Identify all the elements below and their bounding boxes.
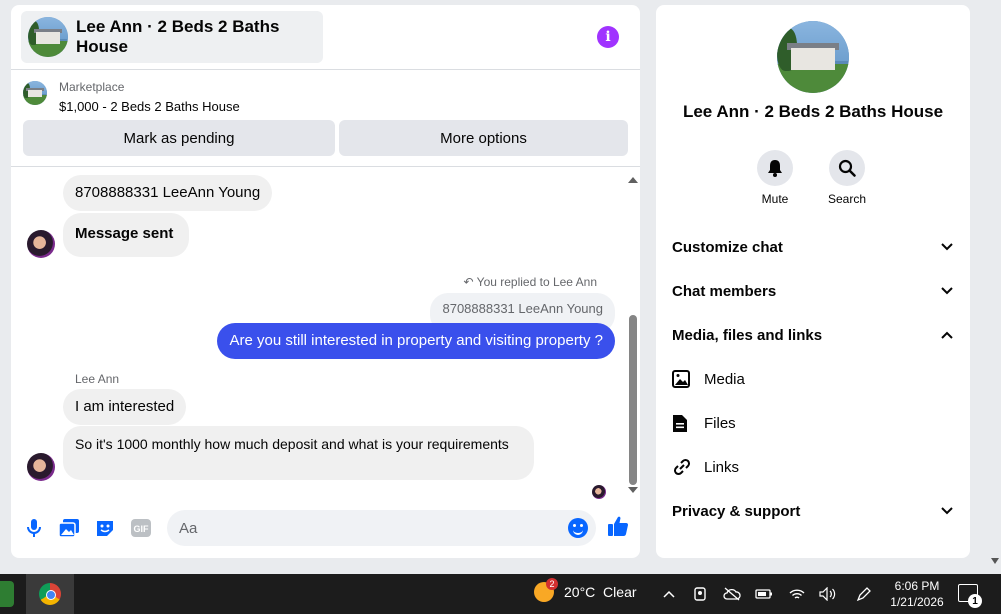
scroll-up-icon[interactable] xyxy=(628,177,638,183)
page-scroll-down-icon[interactable] xyxy=(991,558,999,564)
message-bubble[interactable]: So it's 1000 monthly how much deposit an… xyxy=(63,426,534,480)
chat-title: Lee Ann · 2 Beds 2 Baths House xyxy=(76,17,280,56)
thumbs-up-icon[interactable] xyxy=(607,515,629,537)
media-row[interactable]: Media xyxy=(672,359,954,399)
message-input[interactable] xyxy=(167,510,547,546)
reply-meta-text: You replied to Lee Ann xyxy=(476,275,597,289)
scroll-down-icon[interactable] xyxy=(628,487,638,493)
weather-text: 20°C Clear xyxy=(564,584,637,600)
links-row[interactable]: Links xyxy=(672,447,954,487)
chat-members-row[interactable]: Chat members xyxy=(672,271,954,311)
contact-avatar[interactable] xyxy=(27,453,55,481)
chat-panel: Lee Ann · 2 Beds 2 Baths House i Marketp… xyxy=(11,5,640,558)
seen-indicator-avatar xyxy=(592,485,606,499)
sticker-icon[interactable] xyxy=(94,517,116,539)
meet-icon[interactable] xyxy=(691,584,709,604)
marketplace-banner: Marketplace $1,000 - 2 Beds 2 Baths Hous… xyxy=(11,71,640,167)
more-options-button[interactable]: More options xyxy=(339,120,628,156)
message-bubble[interactable]: Message sent xyxy=(63,213,190,257)
file-icon xyxy=(672,414,692,433)
chat-header: Lee Ann · 2 Beds 2 Baths House i xyxy=(11,5,640,70)
clock-time: 6:06 PM xyxy=(894,579,940,593)
scroll-thumb[interactable] xyxy=(629,315,637,485)
taskbar-app-icon[interactable] xyxy=(0,581,14,607)
side-title: Lee Ann · 2 Beds 2 Baths House xyxy=(682,102,944,121)
listing-thumbnail[interactable] xyxy=(23,81,47,105)
message-scrollbar[interactable] xyxy=(627,175,638,495)
cloud-off-icon[interactable] xyxy=(723,584,741,604)
sender-name: Lee Ann xyxy=(75,372,120,386)
weather-badge: 2 xyxy=(546,578,558,590)
media-files-links-row[interactable]: Media, files and links xyxy=(672,315,954,355)
volume-icon[interactable] xyxy=(819,584,837,604)
listing-avatar-large[interactable] xyxy=(777,21,849,93)
photo-icon[interactable] xyxy=(58,517,80,539)
chat-info-panel: Lee Ann · 2 Beds 2 Baths House Mute Sear… xyxy=(656,5,970,558)
search-button[interactable]: Search xyxy=(812,150,882,206)
weather-widget[interactable]: 2 20°C Clear xyxy=(534,578,637,602)
svg-text:GIF: GIF xyxy=(134,524,150,534)
privacy-support-label: Privacy & support xyxy=(672,502,801,520)
customize-chat-label: Customize chat xyxy=(672,238,783,256)
link-icon xyxy=(672,458,692,476)
reply-icon: ↶ xyxy=(463,275,474,289)
composer: GIF xyxy=(11,505,640,551)
battery-icon[interactable] xyxy=(755,584,773,604)
message-bubble-outgoing[interactable]: Are you still interested in property and… xyxy=(217,323,615,359)
notification-count: 1 xyxy=(968,594,982,608)
listing-title[interactable]: $1,000 - 2 Beds 2 Baths House xyxy=(59,99,240,114)
media-files-links-label: Media, files and links xyxy=(672,326,823,344)
chevron-up-icon[interactable] xyxy=(660,584,678,604)
message-bubble[interactable]: I am interested xyxy=(63,389,187,425)
customize-chat-row[interactable]: Customize chat xyxy=(672,227,954,267)
microphone-icon[interactable] xyxy=(23,517,45,539)
reply-meta: ↶ You replied to Lee Ann xyxy=(463,275,597,289)
message-bubble[interactable]: 8708888331 LeeAnn Young xyxy=(63,175,273,211)
taskbar: 2 20°C Clear 6:06 PM 1/21/2026 1 xyxy=(0,574,1001,614)
mute-button[interactable]: Mute xyxy=(740,150,810,206)
chat-members-label: Chat members xyxy=(672,282,777,300)
clock-date: 1/21/2026 xyxy=(890,595,944,609)
message-input-wrap[interactable] xyxy=(167,510,596,546)
files-label: Files xyxy=(704,414,736,432)
chat-title-button[interactable]: Lee Ann · 2 Beds 2 Baths House xyxy=(21,11,323,63)
wifi-icon[interactable] xyxy=(788,584,806,604)
files-row[interactable]: Files xyxy=(672,403,954,443)
taskbar-chrome-button[interactable] xyxy=(26,574,74,614)
message-list: 8708888331 LeeAnn Young Message sent ↶ Y… xyxy=(11,167,640,499)
search-label: Search xyxy=(827,192,867,206)
info-icon[interactable]: i xyxy=(597,26,619,48)
image-icon xyxy=(672,370,692,388)
chevron-down-icon xyxy=(940,504,954,518)
links-label: Links xyxy=(704,458,740,476)
search-icon[interactable] xyxy=(829,150,865,186)
mark-as-pending-button[interactable]: Mark as pending xyxy=(23,120,335,156)
chrome-icon xyxy=(39,583,61,605)
gif-icon[interactable]: GIF xyxy=(130,517,152,539)
privacy-support-row[interactable]: Privacy & support xyxy=(672,491,954,531)
bell-icon[interactable] xyxy=(757,150,793,186)
chevron-up-icon xyxy=(940,328,954,342)
chevron-down-icon xyxy=(940,284,954,298)
mute-label: Mute xyxy=(761,192,789,206)
emoji-icon[interactable] xyxy=(568,518,588,538)
media-label: Media xyxy=(704,370,745,388)
weather-sun-icon: 2 xyxy=(534,578,558,602)
contact-avatar[interactable] xyxy=(27,230,55,258)
listing-avatar xyxy=(28,17,68,57)
clock[interactable]: 6:06 PM 1/21/2026 xyxy=(888,578,946,610)
pen-icon[interactable] xyxy=(855,584,873,604)
marketplace-label: Marketplace xyxy=(59,80,125,94)
chevron-down-icon xyxy=(940,240,954,254)
